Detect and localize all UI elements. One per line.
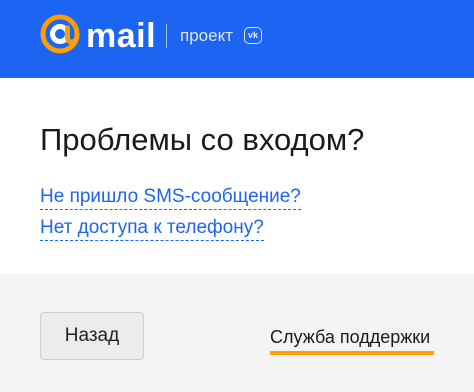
support-link-underline bbox=[270, 351, 434, 355]
no-phone-access-link[interactable]: Нет доступа к телефону? bbox=[40, 217, 264, 241]
logo-text[interactable]: mail bbox=[86, 14, 156, 58]
logo-divider bbox=[166, 24, 167, 48]
project-label: проект bbox=[180, 26, 233, 45]
mail-at-logo-icon[interactable] bbox=[38, 12, 82, 56]
no-sms-link[interactable]: Не пришло SMS-сообщение? bbox=[40, 186, 301, 210]
page-title: Проблемы со входом? bbox=[40, 122, 365, 157]
support-link[interactable]: Служба поддержки bbox=[270, 326, 430, 348]
back-button[interactable]: Назад bbox=[40, 312, 144, 360]
footer-bar: Назад Служба поддержки bbox=[0, 274, 474, 392]
main-content: Проблемы со входом? Не пришло SMS-сообще… bbox=[0, 78, 474, 274]
header-bar: mail проект vk bbox=[0, 0, 474, 78]
vk-logo-icon: vk bbox=[244, 27, 262, 44]
